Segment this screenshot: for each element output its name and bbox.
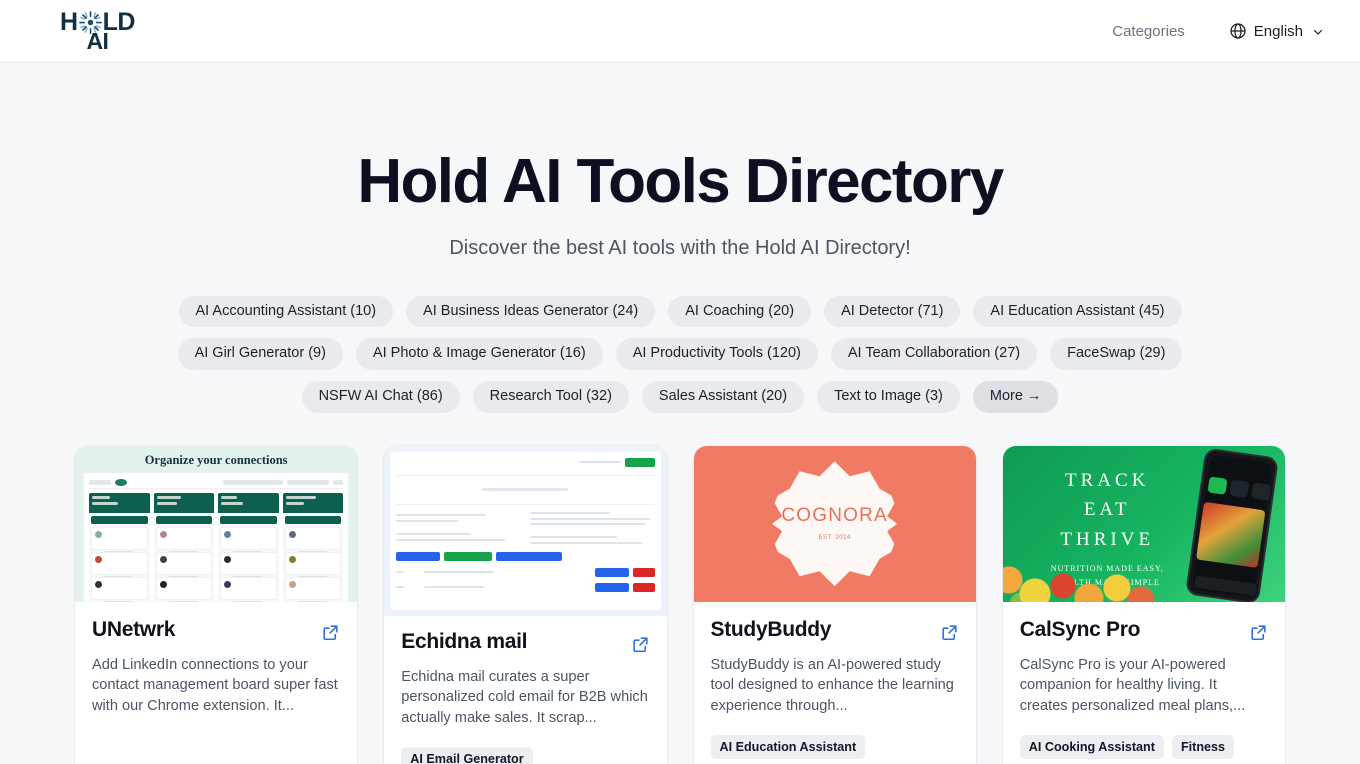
mock-table-row xyxy=(396,567,655,577)
category-tag[interactable]: AI Detector (71) xyxy=(824,295,961,328)
external-link-icon[interactable] xyxy=(940,623,959,642)
card-tag[interactable]: AI Email Generator xyxy=(401,746,533,764)
tool-card[interactable]: Organize your connections UNetwrk Add Li… xyxy=(75,445,358,764)
brand-established: EST. 2024 xyxy=(818,534,851,541)
fruit-decoration xyxy=(1002,537,1171,602)
phone-mockup xyxy=(1185,447,1279,602)
mock-columns xyxy=(396,511,654,544)
language-selector[interactable]: English xyxy=(1229,22,1324,40)
card-thumbnail-unetwrk: Organize your connections xyxy=(75,445,358,602)
mock-topbar xyxy=(396,457,655,467)
banner-line-1: TRACK xyxy=(1065,469,1150,491)
external-link-icon[interactable] xyxy=(631,635,650,654)
category-tag[interactable]: Research Tool (32) xyxy=(472,381,629,413)
nav-categories[interactable]: Categories xyxy=(1112,23,1185,40)
card-header: StudyBuddy xyxy=(711,618,959,642)
category-tag[interactable]: AI Coaching (20) xyxy=(668,295,812,328)
page-title: Hold AI Tools Directory xyxy=(357,147,1004,216)
brand-badge: COGNORA EST. 2024 xyxy=(772,461,898,587)
logo-text-h: H xyxy=(60,7,78,36)
card-body: UNetwrk Add LinkedIn connections to your… xyxy=(75,602,357,753)
language-label: English xyxy=(1253,22,1303,40)
card-title: UNetwrk xyxy=(92,617,176,641)
card-tag[interactable]: AI Education Assistant xyxy=(710,734,866,759)
card-title: CalSync Pro xyxy=(1019,617,1141,641)
globe-icon xyxy=(1229,22,1247,40)
card-tag-list: AI Cooking Assistant Fitness xyxy=(1019,734,1268,759)
card-thumbnail-echidna xyxy=(384,445,667,616)
card-body: StudyBuddy StudyBuddy is an AI-powered s… xyxy=(694,602,976,764)
card-tag-list: AI Email Generator AI Email Marketing xyxy=(401,746,649,764)
mock-column xyxy=(153,492,215,602)
tool-card[interactable]: TRACK EAT THRIVE NUTRITION MADE EASY, HE… xyxy=(1002,445,1285,764)
mock-dropzone xyxy=(396,474,655,505)
tool-card[interactable]: COGNORA EST. 2024 StudyBuddy StudyBuddy … xyxy=(693,445,976,764)
mock-table-row xyxy=(396,582,655,592)
card-thumbnail-studybuddy: COGNORA EST. 2024 xyxy=(693,445,976,602)
tool-card-grid: Organize your connections UNetwrk Add Li… xyxy=(75,445,1285,764)
chevron-down-icon xyxy=(1312,25,1324,37)
site-logo[interactable]: H LD AI xyxy=(60,7,135,53)
brand-name: COGNORA xyxy=(781,504,888,526)
category-tag[interactable]: AI Girl Generator (9) xyxy=(177,338,343,371)
sunburst-icon xyxy=(78,10,103,35)
category-tag[interactable]: FaceSwap (29) xyxy=(1050,338,1183,371)
thumbnail-headline: Organize your connections xyxy=(144,452,288,467)
category-tag[interactable]: AI Accounting Assistant (10) xyxy=(178,295,394,328)
thumbnail-browser-mock xyxy=(84,472,349,602)
card-body: Echidna mail Echidna mail curates a supe… xyxy=(384,616,666,764)
card-tag[interactable]: Fitness xyxy=(1171,734,1235,759)
category-tag[interactable]: AI Education Assistant (45) xyxy=(973,295,1182,328)
external-link-icon[interactable] xyxy=(321,623,340,642)
card-description: Add LinkedIn connections to your contact… xyxy=(92,656,338,715)
page-subtitle: Discover the best AI tools with the Hold… xyxy=(449,236,911,259)
banner-line-2: EAT xyxy=(1083,499,1131,521)
tool-card[interactable]: Echidna mail Echidna mail curates a supe… xyxy=(384,445,667,764)
mock-column xyxy=(89,492,150,602)
category-tag[interactable]: Sales Assistant (20) xyxy=(641,381,805,413)
card-description: CalSync Pro is your AI-powered companion… xyxy=(1019,656,1246,715)
category-tag-list: AI Accounting Assistant (10) AI Business… xyxy=(115,295,1245,413)
card-description: StudyBuddy is an AI-powered study tool d… xyxy=(710,656,954,715)
card-title: StudyBuddy xyxy=(710,617,832,641)
mock-column xyxy=(218,492,279,602)
hero-section: Hold AI Tools Directory Discover the bes… xyxy=(0,63,1360,260)
logo-top-row: H LD xyxy=(60,7,135,36)
header-nav: Categories English xyxy=(1112,22,1324,40)
mock-kanban-columns xyxy=(89,492,344,602)
site-header: H LD AI Categories English xyxy=(0,0,1360,63)
category-tag[interactable]: Text to Image (3) xyxy=(817,381,960,413)
thumbnail-app-mock xyxy=(390,451,661,610)
card-header: CalSync Pro xyxy=(1020,618,1268,642)
card-thumbnail-calsync: TRACK EAT THRIVE NUTRITION MADE EASY, HE… xyxy=(1002,445,1285,602)
mock-action-buttons xyxy=(396,551,654,561)
category-tag[interactable]: AI Productivity Tools (120) xyxy=(615,338,818,371)
card-title: Echidna mail xyxy=(401,629,528,653)
category-tag[interactable]: NSFW AI Chat (86) xyxy=(301,381,460,413)
card-tag[interactable]: AI Cooking Assistant xyxy=(1019,734,1164,759)
card-body: CalSync Pro CalSync Pro is your AI-power… xyxy=(1003,602,1285,764)
category-tag[interactable]: AI Business Ideas Generator (24) xyxy=(406,295,656,328)
category-tag[interactable]: AI Photo & Image Generator (16) xyxy=(355,338,603,371)
mock-toolbar xyxy=(89,478,344,489)
external-link-icon[interactable] xyxy=(1249,623,1268,642)
card-description: Echidna mail curates a super personalize… xyxy=(401,668,648,727)
category-tag[interactable]: AI Team Collaboration (27) xyxy=(830,338,1038,371)
mock-column xyxy=(282,492,344,602)
card-header: Echidna mail xyxy=(401,630,649,654)
card-header: UNetwrk xyxy=(92,618,340,642)
card-tag-list: AI Education Assistant xyxy=(710,734,959,759)
more-categories-button[interactable]: More → xyxy=(972,381,1059,413)
